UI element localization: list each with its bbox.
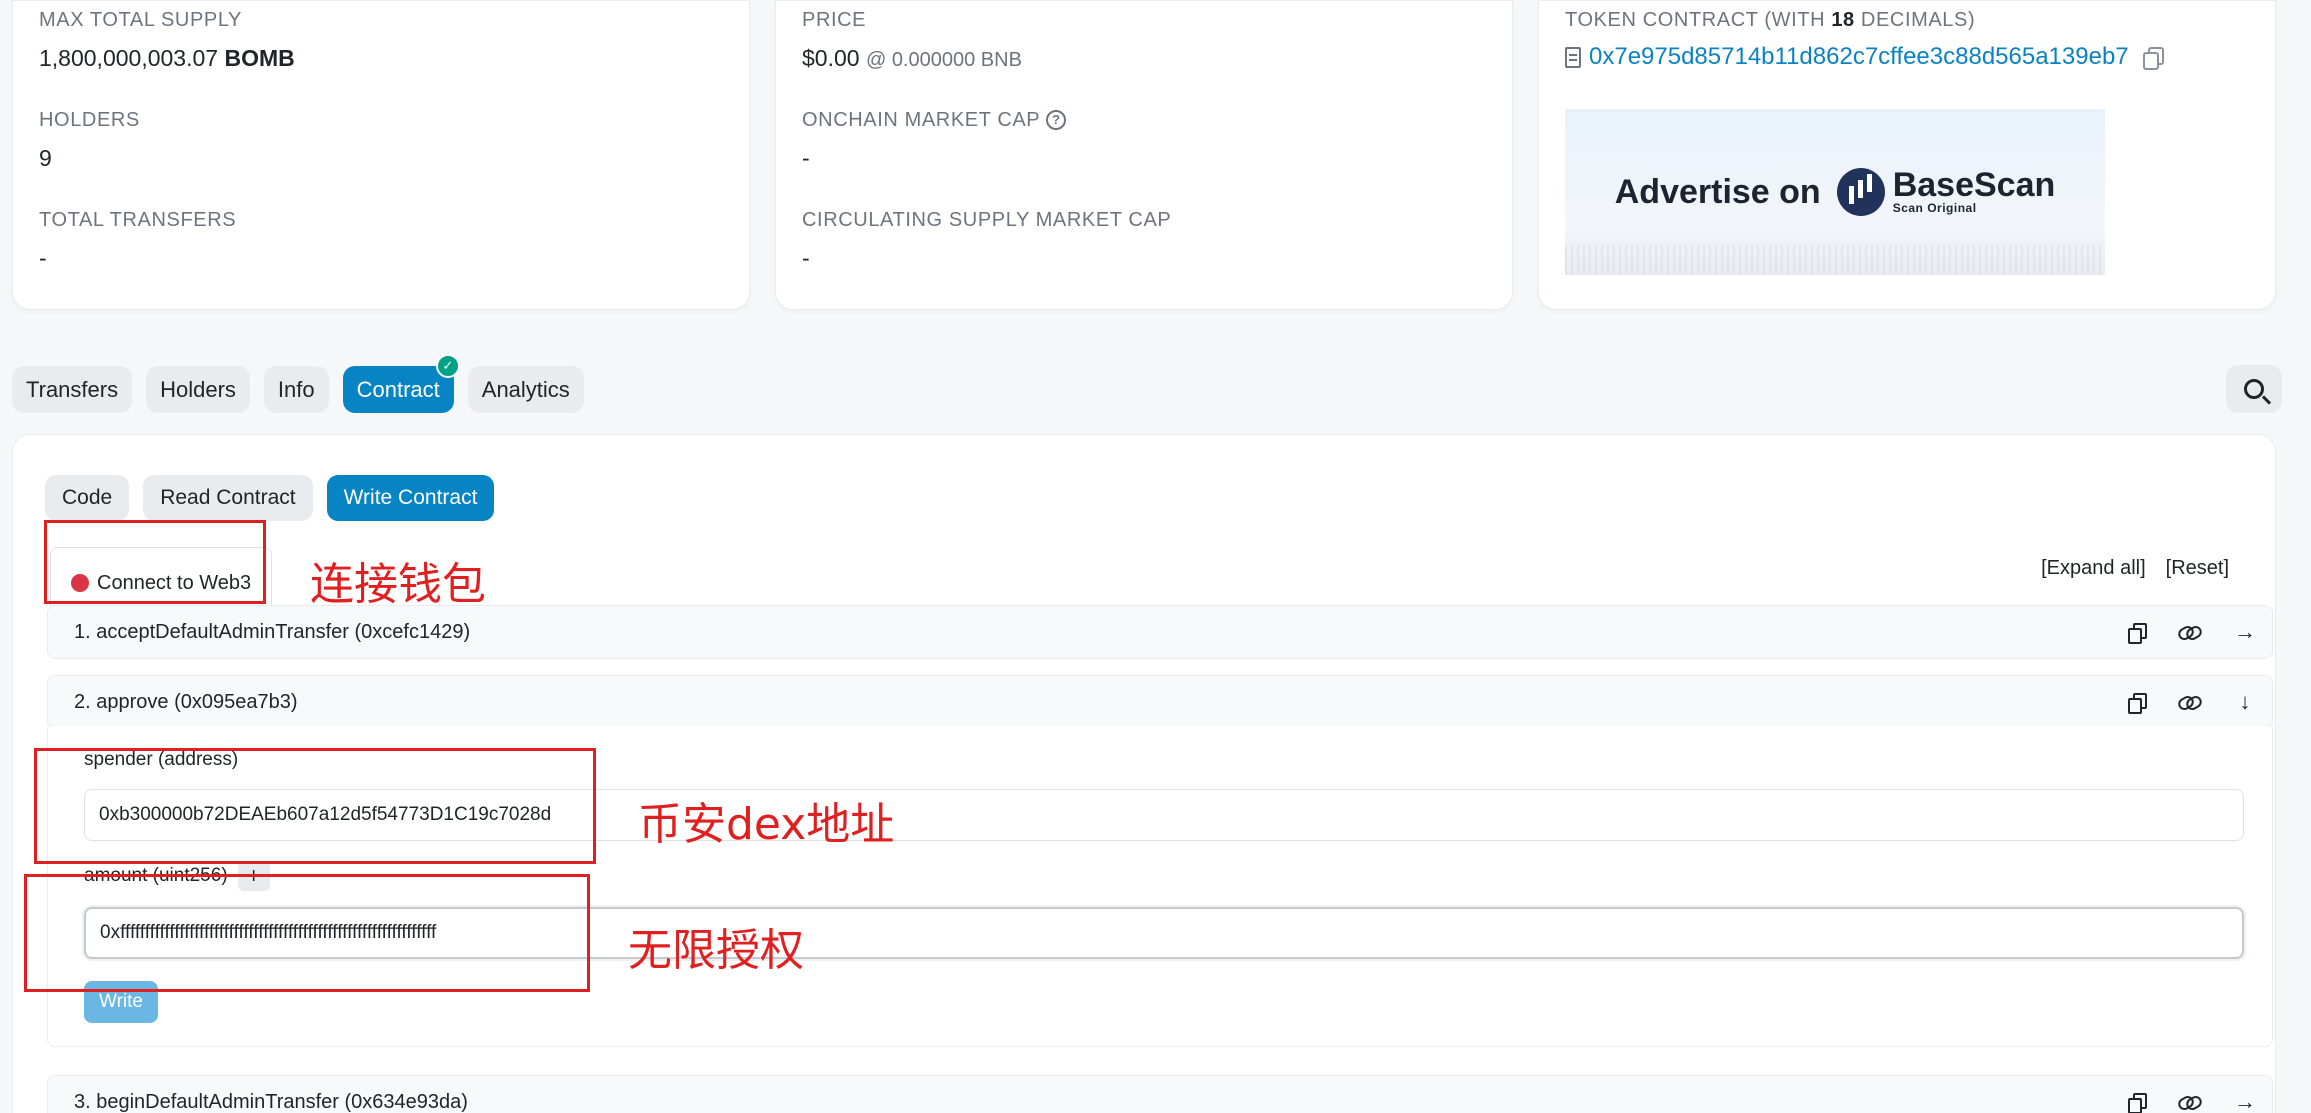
annotation-dex-address: 币安dex地址 — [638, 799, 895, 850]
circulating-market-cap-value: - — [802, 245, 810, 271]
tab-transfers[interactable]: Transfers — [12, 366, 133, 413]
expand-all-link[interactable]: [Expand all] — [2041, 557, 2146, 580]
price-native: @ 0.000000 BNB — [865, 49, 1022, 71]
subtab-code[interactable]: Code — [45, 475, 130, 521]
copy-icon[interactable] — [2142, 47, 2164, 70]
function-actions: → — [2128, 606, 2256, 658]
token-contract-label: TOKEN CONTRACT (WITH 18 DECIMALS) — [1565, 9, 1975, 32]
token-contract-label-prefix: TOKEN CONTRACT (WITH — [1565, 9, 1832, 31]
function-label: 1. acceptDefaultAdminTransfer (0xcefc142… — [74, 620, 471, 643]
max-total-supply-value: 1,800,000,003.07 BOMB — [39, 45, 295, 72]
function-row[interactable]: 3. beginDefaultAdminTransfer (0x634e93da… — [47, 1075, 2273, 1113]
holders-label: HOLDERS — [39, 109, 140, 131]
function-label: 2. approve (0x095ea7b3) — [74, 690, 298, 713]
overview-card-contract: TOKEN CONTRACT (WITH 18 DECIMALS) 0x7e97… — [1538, 0, 2276, 310]
reset-link[interactable]: [Reset] — [2166, 557, 2229, 580]
onchain-market-cap-label: ONCHAIN MARKET CAP? — [802, 109, 1067, 132]
banner-decoration — [1565, 245, 2105, 275]
onchain-market-cap-text: ONCHAIN MARKET CAP — [802, 109, 1041, 131]
link-icon[interactable] — [2178, 1095, 2200, 1109]
function-row[interactable]: 2. approve (0x095ea7b3) ↓ — [47, 675, 2273, 729]
annotation-box-connect — [44, 520, 266, 604]
basescan-logo: BaseScan Scan Original — [1836, 166, 2056, 216]
function-label: 3. beginDefaultAdminTransfer (0x634e93da… — [74, 1090, 468, 1113]
token-tabs: Transfers Holders Info Contract ✓ Analyt… — [12, 354, 584, 413]
copy-icon[interactable] — [2128, 623, 2147, 644]
token-contract-label-suffix: DECIMALS) — [1854, 9, 1976, 31]
overview-card-market: PRICE $0.00 @ 0.000000 BNB ONCHAIN MARKE… — [775, 0, 1513, 310]
arrow-right-icon[interactable]: → — [2234, 619, 2256, 645]
tab-contract-label: Contract — [356, 376, 440, 402]
function-actions: ↓ — [2128, 676, 2256, 728]
holders-value[interactable]: 9 — [39, 145, 52, 172]
link-icon[interactable] — [2178, 625, 2200, 639]
contract-subtabs: Code Read Contract Write Contract — [45, 475, 495, 521]
copy-icon[interactable] — [2128, 1093, 2147, 1113]
basescan-logo-icon — [1836, 168, 1885, 216]
annotation-connect-wallet: 连接钱包 — [310, 559, 486, 610]
ad-brand: BaseScan — [1892, 166, 2056, 204]
search-icon — [2244, 379, 2264, 399]
search-button[interactable] — [2226, 365, 2282, 413]
help-icon[interactable]: ? — [1046, 110, 1067, 130]
arrow-down-icon[interactable]: ↓ — [2234, 689, 2256, 715]
advertise-banner[interactable]: Advertise on BaseScan Scan Original — [1565, 109, 2105, 275]
overview-card-supply: MAX TOTAL SUPPLY 1,800,000,003.07 BOMB H… — [12, 0, 750, 310]
tab-holders[interactable]: Holders — [146, 366, 250, 413]
ad-text: Advertise on — [1614, 172, 1821, 211]
onchain-market-cap-value: - — [802, 145, 810, 171]
expand-reset-links: [Expand all] [Reset] — [2041, 557, 2229, 580]
subtab-write-contract[interactable]: Write Contract — [326, 475, 495, 521]
price-usd: $0.00 — [802, 45, 860, 71]
total-transfers-value: - — [39, 245, 47, 271]
tab-analytics[interactable]: Analytics — [467, 366, 584, 413]
max-total-supply-label: MAX TOTAL SUPPLY — [39, 9, 242, 31]
function-actions: → — [2128, 1076, 2256, 1113]
annotation-box-spender — [34, 748, 596, 864]
token-contract-address-row: 0x7e975d85714b11d862c7cffee3c88d565a139e… — [1565, 43, 2164, 71]
copy-icon[interactable] — [2128, 693, 2147, 714]
circulating-market-cap-label: CIRCULATING SUPPLY MARKET CAP — [802, 209, 1172, 231]
link-icon[interactable] — [2178, 695, 2200, 709]
tab-contract[interactable]: Contract ✓ — [342, 354, 460, 413]
total-transfers-label: TOTAL TRANSFERS — [39, 209, 237, 231]
tab-info[interactable]: Info — [263, 366, 329, 413]
token-symbol: BOMB — [224, 45, 295, 71]
annotation-unlimited-approval: 无限授权 — [628, 925, 804, 976]
token-decimals: 18 — [1831, 9, 1855, 31]
token-contract-address-link[interactable]: 0x7e975d85714b11d862c7cffee3c88d565a139e… — [1589, 43, 2129, 71]
price-label: PRICE — [802, 9, 867, 31]
annotation-box-amount — [24, 874, 590, 992]
subtab-read-contract[interactable]: Read Contract — [143, 475, 313, 521]
max-total-supply-amount: 1,800,000,003.07 — [39, 45, 219, 71]
function-row[interactable]: 1. acceptDefaultAdminTransfer (0xcefc142… — [47, 605, 2273, 659]
price-value: $0.00 @ 0.000000 BNB — [802, 45, 1022, 72]
document-icon — [1565, 46, 1581, 68]
verified-check-icon: ✓ — [435, 354, 460, 378]
arrow-right-icon[interactable]: → — [2234, 1089, 2256, 1113]
